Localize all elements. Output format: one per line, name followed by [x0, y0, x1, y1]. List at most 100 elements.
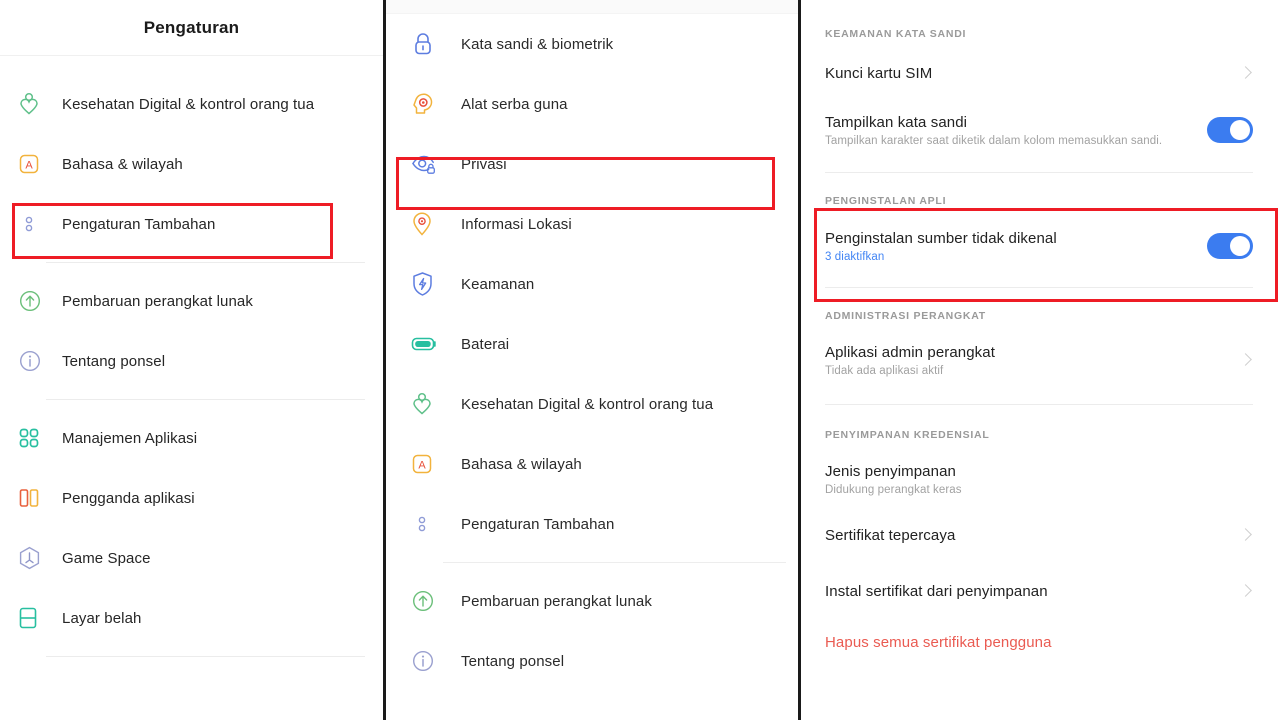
panel2-top-strip [383, 0, 798, 14]
spacer [798, 388, 1280, 404]
detail-row-penginstalan-sumber-tidak-dikenal[interactable]: Penginstalan sumber tidak dikenal 3 diak… [798, 217, 1280, 275]
divider [46, 262, 365, 263]
list-item-keamanan[interactable]: Keamanan [383, 254, 798, 314]
sidebar-item-label: Pengaturan Tambahan [62, 216, 215, 233]
panel-separator-2 [798, 0, 801, 720]
sidebar-item-label: Kesehatan Digital & kontrol orang tua [62, 96, 314, 113]
sidebar-item-pengganda-aplikasi[interactable]: Pengganda aplikasi [0, 468, 383, 528]
list-item-privasi[interactable]: Privasi [383, 134, 798, 194]
sidebar-item-label: Bahasa & wilayah [62, 156, 183, 173]
svg-text:A: A [418, 460, 426, 472]
list-item-kesehatan-digital[interactable]: Kesehatan Digital & kontrol orang tua [383, 374, 798, 434]
list-item-informasi-lokasi[interactable]: Informasi Lokasi [383, 194, 798, 254]
list-item-tentang-ponsel[interactable]: Tentang ponsel [383, 631, 798, 691]
settings-panel-main: Pengaturan Kesehatan Digital & kontrol o… [0, 0, 383, 720]
software-update-icon [18, 289, 62, 313]
sidebar-item-pembaruan-perangkat-lunak[interactable]: Pembaruan perangkat lunak [0, 271, 383, 331]
panel1-header: Pengaturan [0, 0, 383, 56]
list-item-label: Bahasa & wilayah [461, 456, 582, 473]
row-subtitle-link[interactable]: 3 diaktifkan [825, 251, 1195, 263]
divider [443, 562, 786, 563]
chevron-right-icon [1239, 353, 1253, 367]
list-item-pembaruan-perangkat-lunak[interactable]: Pembaruan perangkat lunak [383, 571, 798, 631]
detail-row-tampilkan-kata-sandi[interactable]: Tampilkan kata sandi Tampilkan karakter … [798, 96, 1280, 158]
split-screen-icon [18, 606, 62, 630]
panel2-list: Kata sandi & biometrik Alat serba guna [383, 14, 798, 691]
security-shield-icon [411, 271, 461, 297]
divider [46, 656, 365, 657]
about-phone-info-icon [411, 649, 461, 673]
spacer [798, 405, 1280, 419]
sidebar-item-tentang-ponsel[interactable]: Tentang ponsel [0, 331, 383, 391]
row-title: Jenis penyimpanan [825, 463, 1253, 480]
sidebar-item-manajemen-aplikasi[interactable]: Manajemen Aplikasi [0, 408, 383, 468]
detail-row-instal-sertifikat[interactable]: Instal sertifikat dari penyimpanan [798, 563, 1280, 619]
row-title: Tampilkan kata sandi [825, 114, 1195, 131]
location-pin-icon [411, 211, 461, 237]
list-item-label: Keamanan [461, 276, 534, 293]
about-phone-info-icon [18, 349, 62, 373]
sidebar-item-label: Layar belah [62, 610, 142, 627]
detail-row-kunci-kartu-sim[interactable]: Kunci kartu SIM [798, 50, 1280, 96]
sidebar-item-label: Pengganda aplikasi [62, 490, 195, 507]
page-title: Pengaturan [144, 18, 240, 38]
list-item-label: Informasi Lokasi [461, 216, 572, 233]
row-title: Sertifikat tepercaya [825, 527, 1229, 544]
list-item-label: Baterai [461, 336, 509, 353]
language-a-icon: A [18, 153, 62, 175]
game-space-icon [18, 546, 62, 570]
spacer [798, 288, 1280, 300]
battery-icon [411, 336, 461, 352]
section-heading-penginstalan-apli: PENGINSTALAN APLI [798, 185, 1280, 217]
divider [46, 399, 365, 400]
panel1-list: Kesehatan Digital & kontrol orang tua A … [0, 56, 383, 657]
sidebar-item-pengaturan-tambahan[interactable]: Pengaturan Tambahan [0, 194, 383, 254]
sidebar-item-label: Pembaruan perangkat lunak [62, 293, 253, 310]
list-item-kata-sandi-biometrik[interactable]: Kata sandi & biometrik [383, 14, 798, 74]
list-item-label: Alat serba guna [461, 96, 568, 113]
list-item-alat-serba-guna[interactable]: Alat serba guna [383, 74, 798, 134]
lock-icon [411, 31, 461, 57]
list-item-baterai[interactable]: Baterai [383, 314, 798, 374]
list-item-label: Privasi [461, 156, 507, 173]
list-item-pengaturan-tambahan[interactable]: Pengaturan Tambahan [383, 494, 798, 554]
digital-wellbeing-icon [18, 92, 62, 116]
detail-row-hapus-semua-sertifikat[interactable]: Hapus semua sertifikat pengguna [798, 619, 1280, 665]
row-subtitle: Tampilkan karakter saat diketik dalam ko… [825, 135, 1195, 147]
row-subtitle: Tidak ada aplikasi aktif [825, 365, 1229, 377]
spacer [798, 0, 1280, 18]
sidebar-item-label: Manajemen Aplikasi [62, 430, 197, 447]
privacy-eye-lock-icon [411, 153, 461, 175]
detail-row-aplikasi-admin-perangkat[interactable]: Aplikasi admin perangkat Tidak ada aplik… [798, 332, 1280, 388]
list-item-label: Tentang ponsel [461, 653, 564, 670]
chevron-right-icon [1239, 66, 1253, 80]
settings-panel-list: Kata sandi & biometrik Alat serba guna [383, 0, 798, 720]
detail-row-sertifikat-tepercaya[interactable]: Sertifikat tepercaya [798, 507, 1280, 563]
software-update-icon [411, 589, 461, 613]
digital-wellbeing-icon [411, 392, 461, 416]
row-title: Aplikasi admin perangkat [825, 344, 1229, 361]
row-title: Instal sertifikat dari penyimpanan [825, 583, 1229, 600]
row-title-danger: Hapus semua sertifikat pengguna [825, 634, 1253, 651]
section-heading-keamanan-kata-sandi: KEAMANAN KATA SANDI [798, 18, 1280, 50]
chevron-right-icon [1239, 584, 1253, 598]
toggle-tampilkan-kata-sandi[interactable] [1207, 117, 1253, 143]
sidebar-item-kesehatan-digital[interactable]: Kesehatan Digital & kontrol orang tua [0, 74, 383, 134]
list-item-bahasa-wilayah[interactable]: A Bahasa & wilayah [383, 434, 798, 494]
panel-separator-1 [383, 0, 386, 720]
sidebar-item-layar-belah[interactable]: Layar belah [0, 588, 383, 648]
sidebar-item-game-space[interactable]: Game Space [0, 528, 383, 588]
detail-row-jenis-penyimpanan[interactable]: Jenis penyimpanan Didukung perangkat ker… [798, 451, 1280, 507]
spacer [798, 173, 1280, 185]
app-management-icon [18, 427, 62, 449]
toggle-penginstalan-sumber-tidak-dikenal[interactable] [1207, 233, 1253, 259]
language-a-icon: A [411, 453, 461, 475]
sidebar-item-bahasa-wilayah[interactable]: A Bahasa & wilayah [0, 134, 383, 194]
row-title: Kunci kartu SIM [825, 65, 1229, 82]
spacer [798, 158, 1280, 172]
spacer [798, 275, 1280, 287]
row-subtitle: Didukung perangkat keras [825, 484, 1253, 496]
chevron-right-icon [1239, 528, 1253, 542]
sidebar-item-label: Tentang ponsel [62, 353, 165, 370]
list-item-label: Kata sandi & biometrik [461, 36, 613, 53]
